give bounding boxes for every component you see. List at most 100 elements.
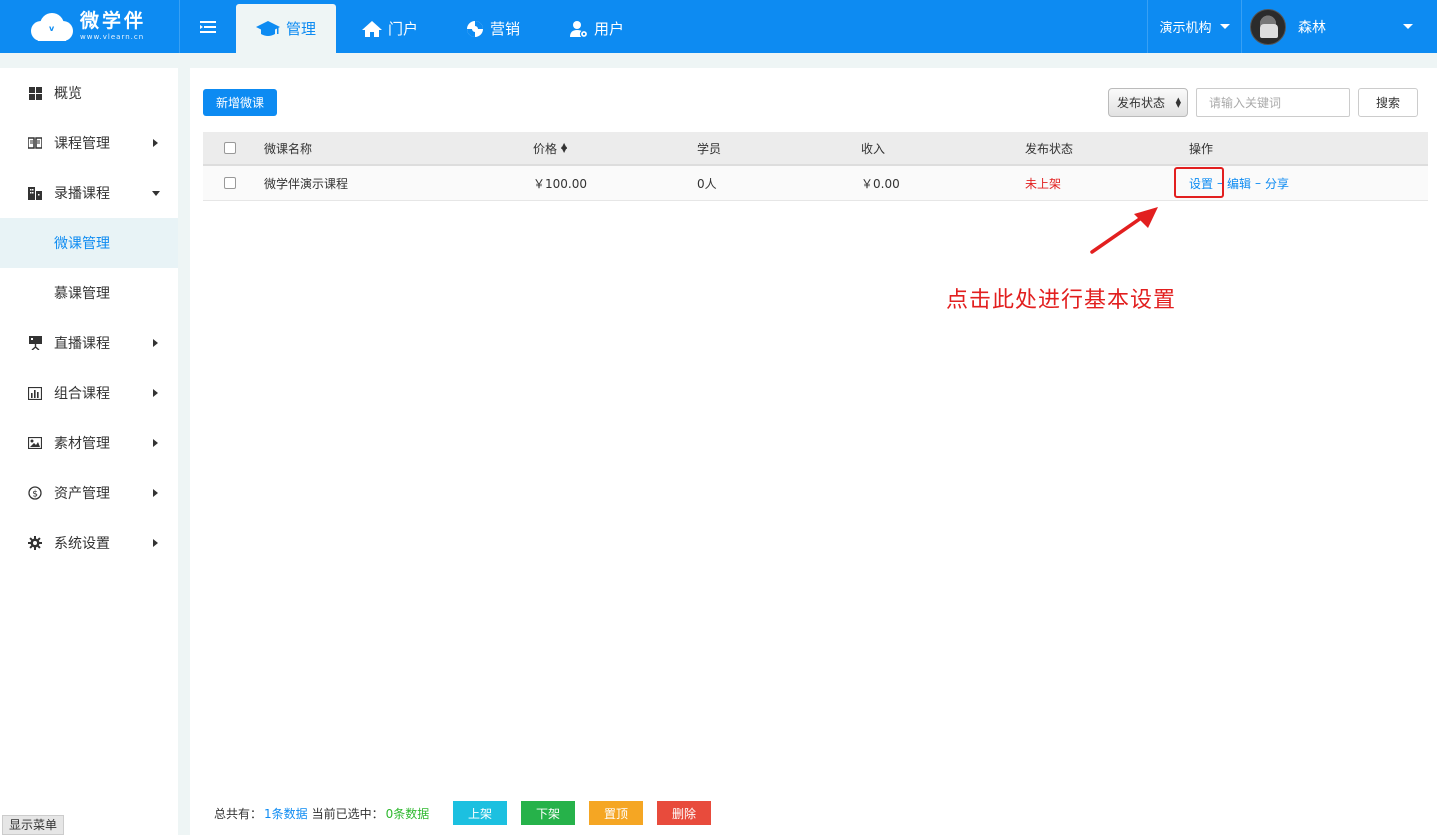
sidebar-item-label: 系统设置	[54, 536, 110, 552]
dollar-icon: $	[28, 486, 42, 500]
course-income: ￥0.00	[861, 176, 900, 191]
tab-users-label: 用户	[594, 20, 625, 38]
user-name: 森林	[1298, 19, 1326, 36]
tab-marketing[interactable]: 营销	[446, 4, 540, 53]
tab-portal-label: 门户	[388, 20, 419, 38]
select-arrows-icon: ▲ ▼	[1175, 96, 1181, 109]
chevron-down-icon	[1403, 24, 1413, 29]
sidebar-item-label: 直播课程	[54, 336, 110, 352]
sidebar-item-label: 录播课程	[54, 186, 110, 202]
highlight-box	[1174, 167, 1224, 198]
sidebar-item-bundle[interactable]: 组合课程	[0, 368, 178, 418]
sidebar-item-label: 组合课程	[54, 386, 110, 402]
grid-icon	[28, 86, 42, 100]
column-header-income: 收入	[861, 141, 886, 156]
delete-button[interactable]: 删除	[657, 801, 711, 825]
user-gear-icon	[570, 20, 588, 38]
chevron-right-icon	[153, 439, 158, 447]
sidebar-item-overview[interactable]: 概览	[0, 68, 178, 118]
book-icon	[28, 136, 42, 150]
sidebar-subitem-micro-course[interactable]: 微课管理	[0, 218, 178, 268]
gear-icon	[28, 536, 42, 550]
course-price: ￥100.00	[533, 176, 587, 191]
sidebar-subitem-label: 慕课管理	[54, 286, 110, 302]
spinner-icon	[466, 20, 484, 38]
column-header-name: 微课名称	[264, 141, 313, 156]
course-table: 微课名称 价格 ▲ ▼ 学员 收入 发布状态 操作 微学伴演示课程 ￥100.00…	[203, 132, 1428, 201]
sidebar-item-settings[interactable]: 系统设置	[0, 518, 178, 568]
svg-text:v: v	[49, 24, 55, 33]
course-name: 微学伴演示课程	[264, 176, 349, 191]
unpublish-button[interactable]: 下架	[521, 801, 575, 825]
tab-users[interactable]: 用户	[550, 4, 644, 53]
search-button[interactable]: 搜索	[1358, 88, 1418, 117]
table-header: 微课名称 价格 ▲ ▼ 学员 收入 发布状态 操作	[203, 132, 1428, 166]
tab-manage-label: 管理	[286, 20, 317, 38]
action-separator: –	[1255, 176, 1262, 190]
show-menu-button[interactable]: 显示菜单	[2, 815, 65, 835]
total-count: 1条数据	[264, 806, 308, 821]
tab-marketing-label: 营销	[490, 20, 521, 38]
cloud-logo-icon: v	[31, 12, 73, 41]
column-header-status: 发布状态	[1025, 141, 1074, 156]
add-micro-course-button[interactable]: 新增微课	[203, 89, 277, 116]
avatar	[1250, 8, 1286, 45]
column-header-actions: 操作	[1189, 141, 1214, 156]
sidebar-item-live[interactable]: 直播课程	[0, 318, 178, 368]
chevron-right-icon	[153, 489, 158, 497]
image-icon	[28, 436, 42, 450]
sidebar-item-label: 课程管理	[54, 136, 110, 152]
chevron-down-icon	[1219, 24, 1230, 29]
status-badge: 未上架	[1025, 176, 1062, 191]
footer-bar: 总共有： 1条数据 当前已选中： 0条数据 上架 下架 置顶 删除	[214, 801, 814, 825]
sidebar-item-materials[interactable]: 素材管理	[0, 418, 178, 468]
status-filter-value: 发布状态	[1117, 96, 1166, 110]
brand-logo[interactable]: v 微学伴 www.vlearn.cn	[0, 0, 180, 53]
tab-portal[interactable]: 门户	[342, 4, 438, 53]
org-selector[interactable]: 演示机构	[1147, 0, 1242, 53]
sidebar-subitem-mooc[interactable]: 慕课管理	[0, 268, 178, 318]
top-bar: v 微学伴 www.vlearn.cn 管理 门户 营销 用户 演示机构 森林	[0, 0, 1437, 53]
select-all-checkbox[interactable]	[224, 132, 236, 164]
brand-name: 微学伴	[80, 10, 147, 32]
chevron-right-icon	[153, 539, 158, 547]
chevron-right-icon	[153, 389, 158, 397]
annotation-text: 点击此处进行基本设置	[946, 288, 1177, 313]
sort-icon: ▲ ▼	[561, 141, 568, 154]
total-label: 总共有：	[214, 806, 263, 821]
share-link[interactable]: 分享	[1265, 175, 1289, 192]
selected-count: 0条数据	[385, 806, 430, 821]
main-panel: 新增微课 发布状态 ▲▼ 搜索 微课名称 价格 ▲▼ 学员 收入 发布状态 操作…	[190, 68, 1437, 835]
edit-link[interactable]: 编辑	[1227, 175, 1251, 192]
sidebar-item-label: 资产管理	[54, 486, 110, 502]
annotation-arrow-icon	[1090, 207, 1158, 254]
pin-top-button[interactable]: 置顶	[589, 801, 643, 825]
search-input[interactable]	[1196, 88, 1350, 117]
chevron-down-icon	[152, 191, 160, 196]
status-filter-select[interactable]: 发布状态 ▲ ▼	[1108, 88, 1188, 117]
publish-button[interactable]: 上架	[453, 801, 507, 825]
svg-text:$: $	[32, 489, 38, 499]
sidebar-item-course-manage[interactable]: 课程管理	[0, 118, 178, 168]
chevron-right-icon	[153, 339, 158, 347]
sidebar-item-recorded[interactable]: 录播课程	[0, 168, 178, 218]
row-checkbox[interactable]	[224, 166, 236, 200]
column-header-students: 学员	[697, 141, 722, 156]
chevron-right-icon	[153, 139, 158, 147]
sidebar-item-assets[interactable]: $ 资产管理	[0, 468, 178, 518]
tab-manage[interactable]: 管理	[236, 4, 336, 53]
graduation-cap-icon	[256, 20, 280, 38]
column-header-price-label: 价格	[533, 141, 558, 156]
menu-toggle-button[interactable]	[180, 0, 236, 53]
user-menu[interactable]: 森林	[1242, 0, 1427, 53]
home-icon	[362, 20, 382, 38]
selected-label: 当前已选中：	[311, 806, 384, 821]
brand-url: www.vlearn.cn	[80, 33, 145, 41]
org-name: 演示机构	[1159, 21, 1212, 36]
presentation-icon	[28, 336, 42, 350]
sidebar: 概览 课程管理 录播课程 微课管理 慕课管理 直播课程 组合课程 素材管理 $ …	[0, 68, 178, 835]
sidebar-item-label: 素材管理	[54, 436, 110, 452]
table-row: 微学伴演示课程 ￥100.00 0人 ￥0.00 未上架 设置 – 编辑 – 分…	[203, 166, 1428, 201]
column-header-price[interactable]: 价格 ▲ ▼	[533, 132, 567, 164]
list-menu-icon	[200, 20, 216, 33]
